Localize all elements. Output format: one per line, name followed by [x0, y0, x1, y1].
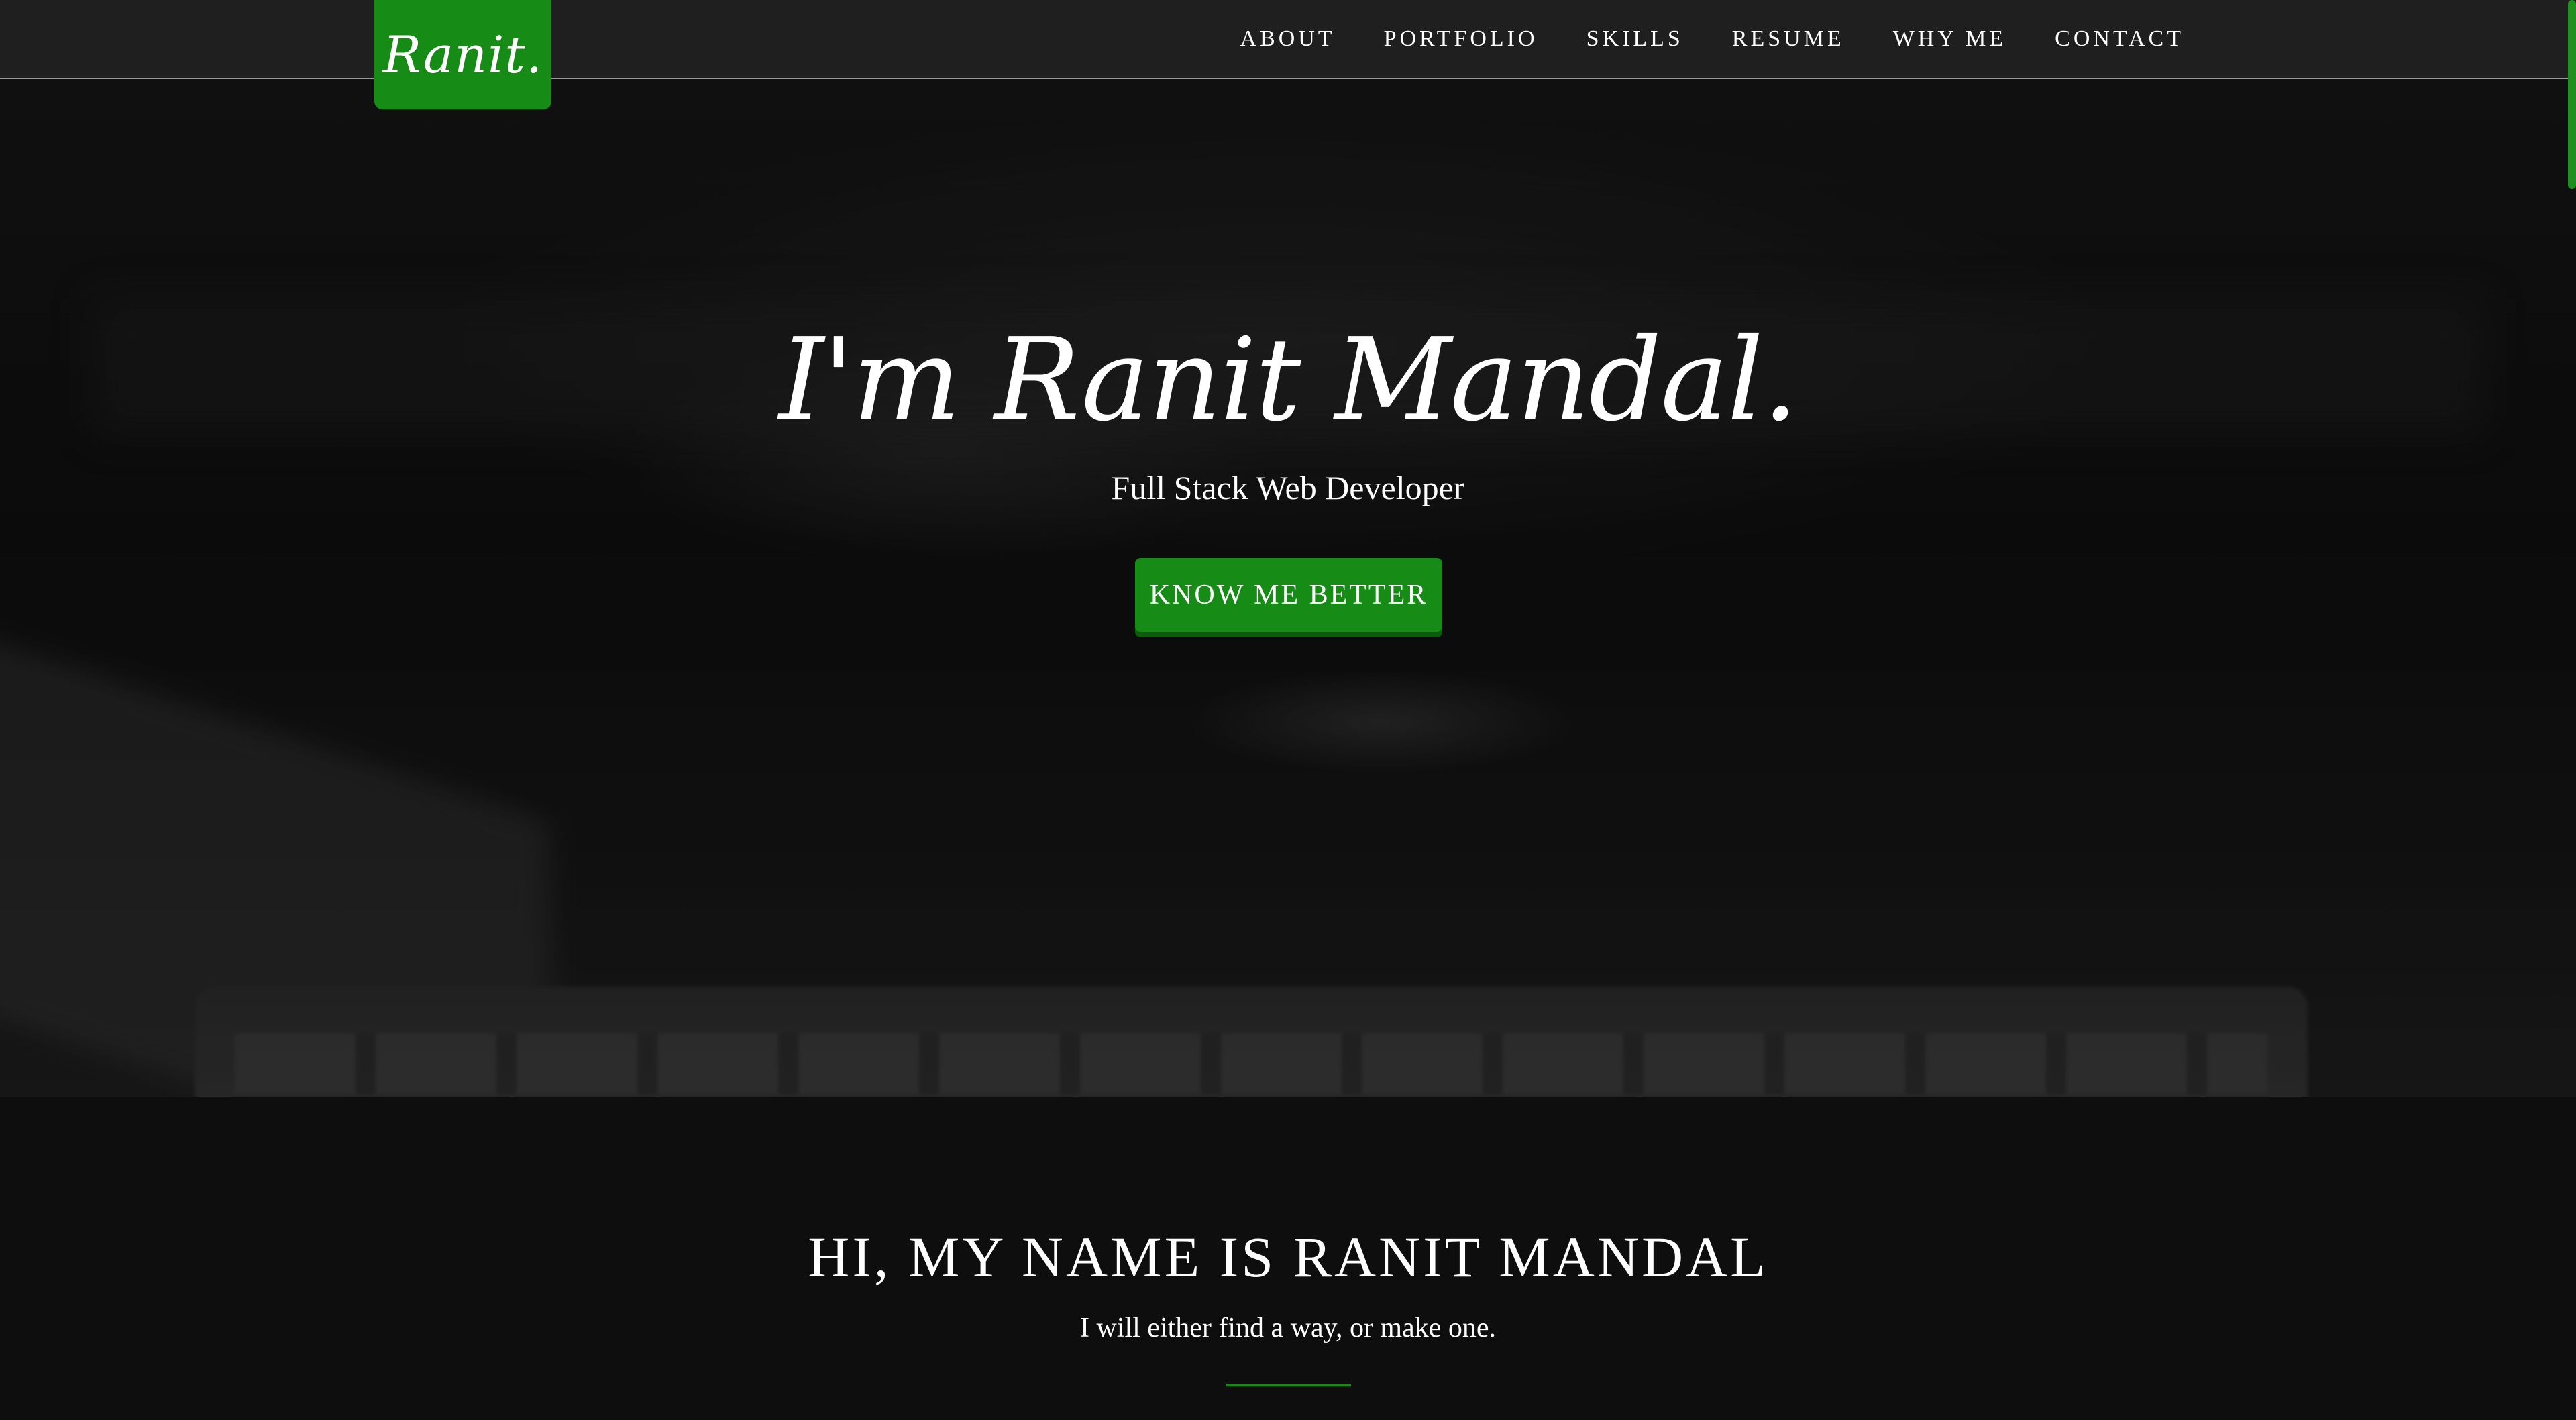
nav-item-skills[interactable]: SKILLS — [1587, 26, 1684, 52]
nav-item-portfolio[interactable]: PORTFOLIO — [1384, 26, 1538, 52]
nav-item-resume[interactable]: RESUME — [1732, 26, 1845, 52]
nav-item-about[interactable]: ABOUT — [1240, 26, 1335, 52]
nav-item-contact[interactable]: CONTACT — [2055, 26, 2184, 52]
about-section: HI, MY NAME IS RANIT MANDAL I will eithe… — [0, 1097, 2576, 1420]
nav-links: ABOUT PORTFOLIO SKILLS RESUME WHY ME CON… — [1240, 0, 2184, 78]
page-scrollbar[interactable] — [2567, 0, 2576, 1420]
hero-subtitle: Full Stack Web Developer — [1111, 469, 1465, 506]
about-divider — [1226, 1384, 1351, 1386]
logo[interactable]: Ranit. — [374, 0, 551, 109]
about-tagline: I will either find a way, or make one. — [1079, 1313, 1497, 1344]
about-heading: HI, MY NAME IS RANIT MANDAL — [808, 1225, 1768, 1289]
nav-item-why-me[interactable]: WHY ME — [1893, 26, 2006, 52]
logo-text: Ranit. — [382, 25, 543, 85]
hero-title: I'm Ranit Mandal. — [778, 314, 1799, 447]
page: ABOUT PORTFOLIO SKILLS RESUME WHY ME CON… — [0, 0, 2576, 1420]
hero-section: I'm Ranit Mandal. Full Stack Web Develop… — [0, 78, 2576, 1097]
know-me-better-button[interactable]: KNOW ME BETTER — [1135, 558, 1442, 632]
scrollbar-thumb[interactable] — [2568, 0, 2576, 189]
